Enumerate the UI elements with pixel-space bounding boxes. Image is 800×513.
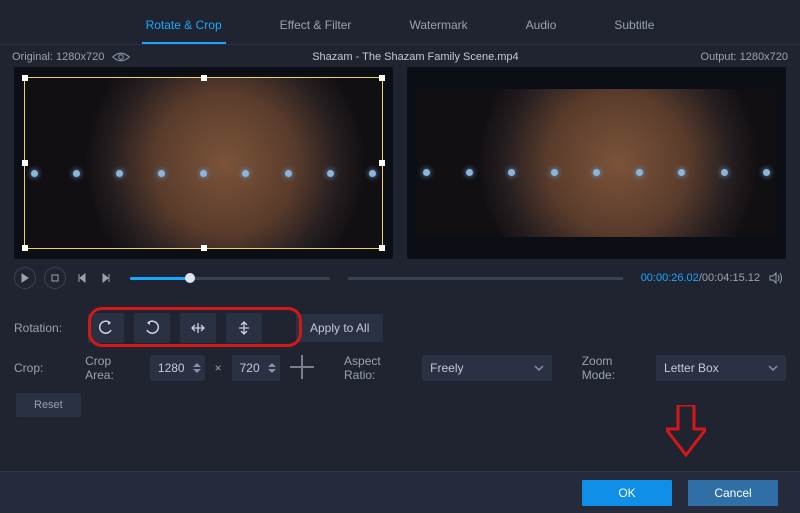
seek-slider[interactable]	[348, 277, 623, 280]
stop-button[interactable]	[44, 267, 66, 289]
apply-to-all-button[interactable]: Apply to All	[296, 314, 383, 342]
eye-icon[interactable]	[112, 51, 130, 63]
aspect-ratio-select[interactable]: Freely	[422, 355, 552, 381]
original-dimensions: Original: 1280x720	[12, 51, 104, 63]
preview-output	[407, 67, 786, 259]
play-button[interactable]	[14, 267, 36, 289]
preview-header: Original: 1280x720 Shazam - The Shazam F…	[0, 45, 800, 63]
current-time: 00:00:26.02	[641, 272, 699, 284]
tab-bar: Rotate & Crop Effect & Filter Watermark …	[0, 0, 800, 45]
tab-watermark[interactable]: Watermark	[405, 12, 471, 44]
tab-audio[interactable]: Audio	[522, 12, 561, 44]
crop-width-input[interactable]: 1280	[150, 355, 205, 381]
cancel-button[interactable]: Cancel	[688, 480, 778, 506]
prev-frame-button[interactable]	[74, 267, 90, 289]
rotate-right-button[interactable]	[134, 313, 170, 343]
times-label: ×	[215, 361, 222, 375]
height-up-icon[interactable]	[268, 363, 276, 367]
tab-effect-filter[interactable]: Effect & Filter	[276, 12, 356, 44]
rotation-label: Rotation:	[14, 321, 78, 335]
volume-slider[interactable]	[130, 277, 330, 280]
aspect-ratio-label: Aspect Ratio:	[344, 354, 412, 382]
preview-row	[0, 63, 800, 263]
settings-panel: Rotation: Apply to All Crop: Crop Area: …	[0, 299, 800, 425]
playback-controls: 00:00:26.02/00:04:15.12	[0, 263, 800, 299]
width-up-icon[interactable]	[193, 363, 201, 367]
ok-button[interactable]: OK	[582, 480, 672, 506]
flip-vertical-button[interactable]	[226, 313, 262, 343]
zoom-mode-select[interactable]: Letter Box	[656, 355, 786, 381]
preview-original[interactable]	[14, 67, 393, 259]
chevron-down-icon	[534, 365, 544, 371]
next-frame-button[interactable]	[98, 267, 114, 289]
crop-area-label: Crop Area:	[85, 354, 140, 382]
height-down-icon[interactable]	[268, 369, 276, 373]
tab-rotate-crop[interactable]: Rotate & Crop	[142, 12, 226, 44]
position-picker-icon[interactable]	[290, 355, 315, 381]
width-down-icon[interactable]	[193, 369, 201, 373]
reset-button[interactable]: Reset	[16, 393, 81, 417]
filename: Shazam - The Shazam Family Scene.mp4	[130, 51, 700, 63]
volume-icon[interactable]	[768, 267, 786, 289]
crop-label: Crop:	[14, 361, 75, 375]
chevron-down-icon	[768, 365, 778, 371]
rotate-left-button[interactable]	[88, 313, 124, 343]
footer: OK Cancel	[0, 471, 800, 513]
flip-horizontal-button[interactable]	[180, 313, 216, 343]
crop-height-input[interactable]: 720	[232, 355, 280, 381]
zoom-mode-label: Zoom Mode:	[582, 354, 646, 382]
time-display: 00:00:26.02/00:04:15.12	[641, 272, 760, 284]
output-dimensions: Output: 1280x720	[701, 51, 788, 63]
total-time: 00:04:15.12	[702, 272, 760, 284]
tab-subtitle[interactable]: Subtitle	[610, 12, 658, 44]
